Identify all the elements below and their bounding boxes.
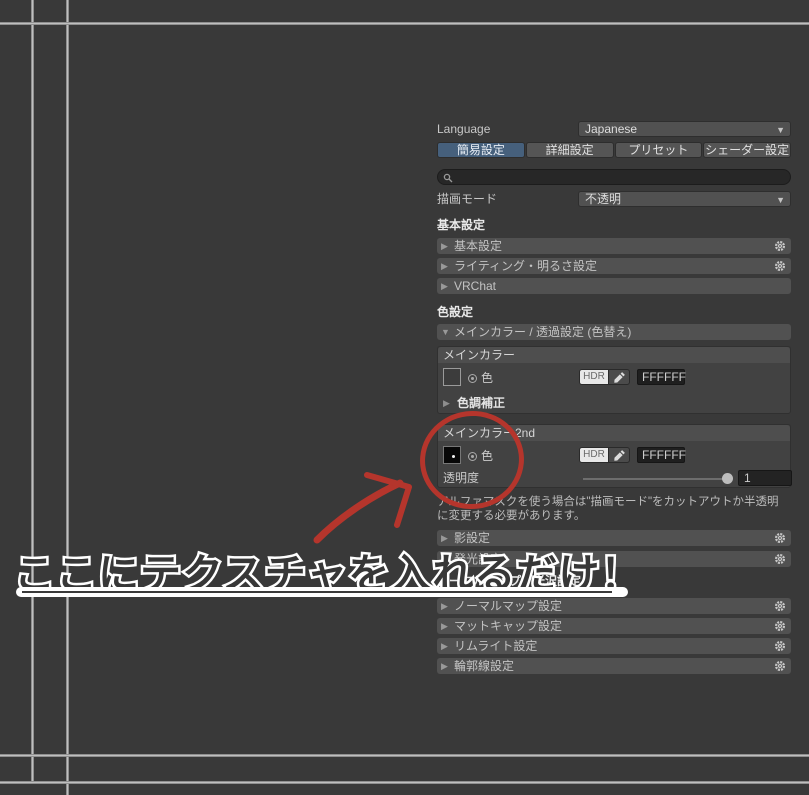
main-color-groupbox: メインカラー 色 HDR FFFFFF ▶ 色調補正: [437, 346, 791, 414]
color-ring-icon: [468, 452, 477, 462]
gear-icon[interactable]: [774, 600, 786, 616]
main-color-2nd-texture-slot[interactable]: [443, 446, 461, 464]
foldout-triangle-icon: ▶: [441, 261, 448, 271]
main-color-texture-slot[interactable]: [443, 368, 461, 386]
gear-icon[interactable]: [774, 640, 786, 656]
alpha-mask-warning-text: アルファマスクを使う場合は"描画モード"をカットアウトか半透明に変更する必要があ…: [437, 496, 779, 522]
chevron-down-icon: ▼: [776, 125, 785, 135]
texture-thumbnail-dot: [452, 455, 455, 458]
tab-advanced-settings[interactable]: 詳細設定: [525, 142, 614, 158]
section-header-color: 色設定: [437, 305, 474, 319]
eyedropper-icon[interactable]: [608, 369, 630, 385]
window-splitter-horizontal-top[interactable]: [0, 22, 809, 25]
section-header-basic: 基本設定: [437, 218, 486, 232]
main-color-label: 色: [468, 370, 493, 386]
search-icon: [443, 173, 453, 183]
color-ring-icon: [468, 374, 477, 384]
window-splitter-vertical-2[interactable]: [66, 0, 69, 795]
render-mode-dropdown[interactable]: 不透明 ▼: [578, 191, 791, 207]
foldout-bar-lighting-settings[interactable]: ▶ ライティング・明るさ設定: [437, 258, 791, 274]
main-color-groupbox-title: メインカラー: [438, 347, 790, 363]
main-color-2nd-row: 色 HDR FFFFFF: [438, 446, 790, 466]
foldout-triangle-icon: ▶: [441, 241, 448, 251]
foldout-triangle-icon: ▶: [441, 281, 448, 291]
gear-icon[interactable]: [774, 260, 786, 276]
opacity-slider-track[interactable]: [583, 478, 729, 480]
window-splitter-horizontal-bottom-1[interactable]: [0, 754, 809, 757]
main-color-hex-field[interactable]: FFFFFF: [637, 369, 686, 385]
gear-icon[interactable]: [774, 660, 786, 676]
language-dropdown-value: Japanese: [585, 122, 638, 136]
opacity-label: 透明度: [443, 471, 480, 485]
search-input[interactable]: [437, 169, 791, 185]
foldout-triangle-icon: ▶: [441, 601, 448, 611]
main-color-row: 色 HDR FFFFFF: [438, 368, 790, 388]
foldout-triangle-icon: ▶: [441, 661, 448, 671]
foldout-triangle-icon: ▶: [441, 641, 448, 651]
chevron-down-icon: ▼: [776, 195, 785, 205]
foldout-triangle-icon: ▶: [441, 621, 448, 631]
tab-preset[interactable]: プリセット: [614, 142, 703, 158]
tab-simple-settings[interactable]: 簡易設定: [437, 142, 525, 158]
foldout-triangle-expanded-icon: ▼: [441, 327, 450, 337]
window-splitter-vertical-1[interactable]: [31, 0, 34, 783]
main-color-2nd-label: 色: [468, 448, 493, 464]
render-mode-dropdown-value: 不透明: [585, 192, 622, 206]
foldout-bar-outline-settings[interactable]: ▶ 輪郭線設定: [437, 658, 791, 674]
render-mode-label: 描画モード: [437, 192, 498, 206]
foldout-bar-matcap-settings[interactable]: ▶ マットキャップ設定: [437, 618, 791, 634]
main-color-2nd-groupbox: メインカラー2nd 色 HDR FFFFFF 透明度 1: [437, 424, 792, 488]
foldout-bar-main-color-transparency[interactable]: ▼ メインカラー / 透過設定 (色替え): [437, 324, 791, 340]
opacity-slider-handle[interactable]: [722, 473, 733, 484]
gear-icon[interactable]: [774, 553, 786, 569]
settings-tab-bar: 簡易設定 詳細設定 プリセット シェーダー設定: [437, 142, 791, 158]
window-splitter-horizontal-bottom-2[interactable]: [0, 781, 809, 784]
tab-shader-settings[interactable]: シェーダー設定: [703, 142, 791, 158]
hdr-color-button[interactable]: HDR: [579, 447, 609, 463]
main-color-2nd-groupbox-title: メインカラー2nd: [438, 425, 790, 441]
foldout-bar-normalmap-settings[interactable]: ▶ ノーマルマップ設定: [437, 598, 791, 614]
gear-icon[interactable]: [774, 532, 786, 548]
tone-correction-foldout[interactable]: ▶ 色調補正: [438, 395, 790, 411]
foldout-bar-rimlight-settings[interactable]: ▶ リムライト設定: [437, 638, 791, 654]
gear-icon[interactable]: [774, 620, 786, 636]
foldout-bar-basic-settings[interactable]: ▶ 基本設定: [437, 238, 791, 254]
opacity-row: 透明度 1: [438, 470, 792, 486]
language-label: Language: [437, 122, 491, 136]
opacity-value-field[interactable]: 1: [738, 470, 792, 486]
gear-icon[interactable]: [774, 240, 786, 256]
language-dropdown[interactable]: Japanese ▼: [578, 121, 791, 137]
foldout-triangle-icon: ▶: [443, 398, 450, 408]
main-color-2nd-hex-field[interactable]: FFFFFF: [637, 447, 686, 463]
hdr-color-button[interactable]: HDR: [579, 369, 609, 385]
annotation-underline: [16, 587, 628, 597]
eyedropper-icon[interactable]: [608, 447, 630, 463]
foldout-bar-vrchat[interactable]: ▶ VRChat: [437, 278, 791, 294]
